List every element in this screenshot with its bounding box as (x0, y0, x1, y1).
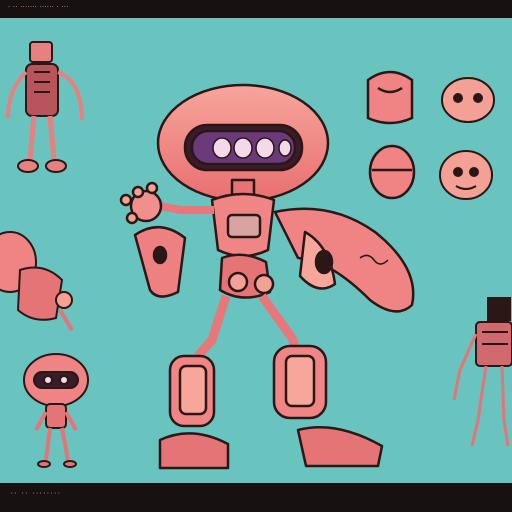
art-canvas (0, 18, 512, 483)
main-robot-character (119, 83, 415, 470)
footer-caption: ·· ·· ········ (10, 490, 61, 497)
header-caption: · ·· ······· ······ · ··· (8, 3, 69, 11)
standing-robot-side-view (6, 41, 84, 173)
top-bar: · ·· ······· ······ · ··· (0, 0, 512, 18)
small-robot-front-view (23, 353, 89, 468)
character-illustration (0, 41, 512, 470)
head-study-side (441, 77, 495, 123)
bottom-bar: ·· ·· ········ (0, 483, 512, 512)
crouching-robot-side-view (0, 231, 74, 332)
concept-art-sheet: · ·· ······· ······ · ··· ·· ·· ········ (0, 0, 512, 512)
head-study-bottom (368, 144, 416, 200)
back-view-robot-skeleton (452, 297, 512, 447)
head-study-face (439, 150, 493, 200)
head-study-top (366, 70, 414, 125)
